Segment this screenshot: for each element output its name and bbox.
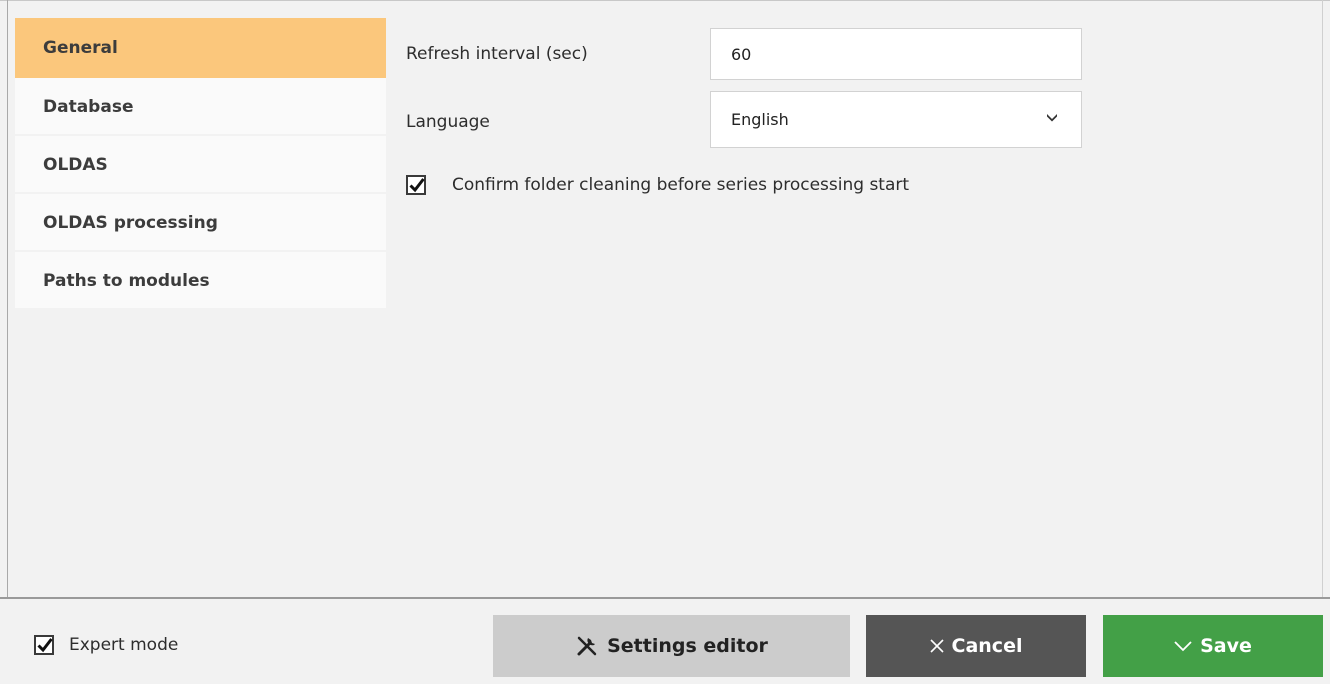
sidebar-item-oldas[interactable]: OLDAS	[15, 136, 386, 194]
language-label: Language	[406, 112, 490, 132]
window-right-border	[1322, 0, 1323, 600]
sidebar-item-database[interactable]: Database	[15, 78, 386, 136]
chevron-down-icon	[1047, 114, 1057, 122]
sidebar-item-general[interactable]: General	[15, 18, 386, 78]
save-label: Save	[1200, 635, 1252, 657]
cancel-button[interactable]: Cancel	[866, 615, 1086, 677]
confirm-folder-cleaning-label: Confirm folder cleaning before series pr…	[452, 175, 910, 195]
confirm-folder-cleaning-checkbox[interactable]	[406, 175, 426, 195]
save-button[interactable]: Save	[1103, 615, 1323, 677]
refresh-interval-label: Refresh interval (sec)	[406, 44, 588, 64]
settings-editor-label: Settings editor	[607, 635, 768, 657]
settings-sidebar: General Database OLDAS OLDAS processing …	[15, 18, 386, 310]
window-top-border	[0, 0, 1330, 1]
sidebar-item-paths-to-modules[interactable]: Paths to modules	[15, 252, 386, 310]
check-icon	[1174, 640, 1192, 652]
checkmark-icon	[37, 638, 53, 653]
close-icon	[929, 639, 944, 653]
language-select[interactable]: English	[710, 91, 1082, 148]
tools-icon	[575, 634, 599, 658]
checkmark-icon	[409, 178, 425, 193]
cancel-label: Cancel	[951, 635, 1023, 657]
expert-mode-checkbox[interactable]	[34, 635, 54, 655]
sidebar-item-oldas-processing[interactable]: OLDAS processing	[15, 194, 386, 252]
window-left-border	[7, 0, 8, 600]
settings-editor-button[interactable]: Settings editor	[493, 615, 850, 677]
refresh-interval-input[interactable]	[710, 28, 1082, 80]
expert-mode-label: Expert mode	[69, 635, 179, 655]
language-select-value: English	[731, 110, 789, 129]
